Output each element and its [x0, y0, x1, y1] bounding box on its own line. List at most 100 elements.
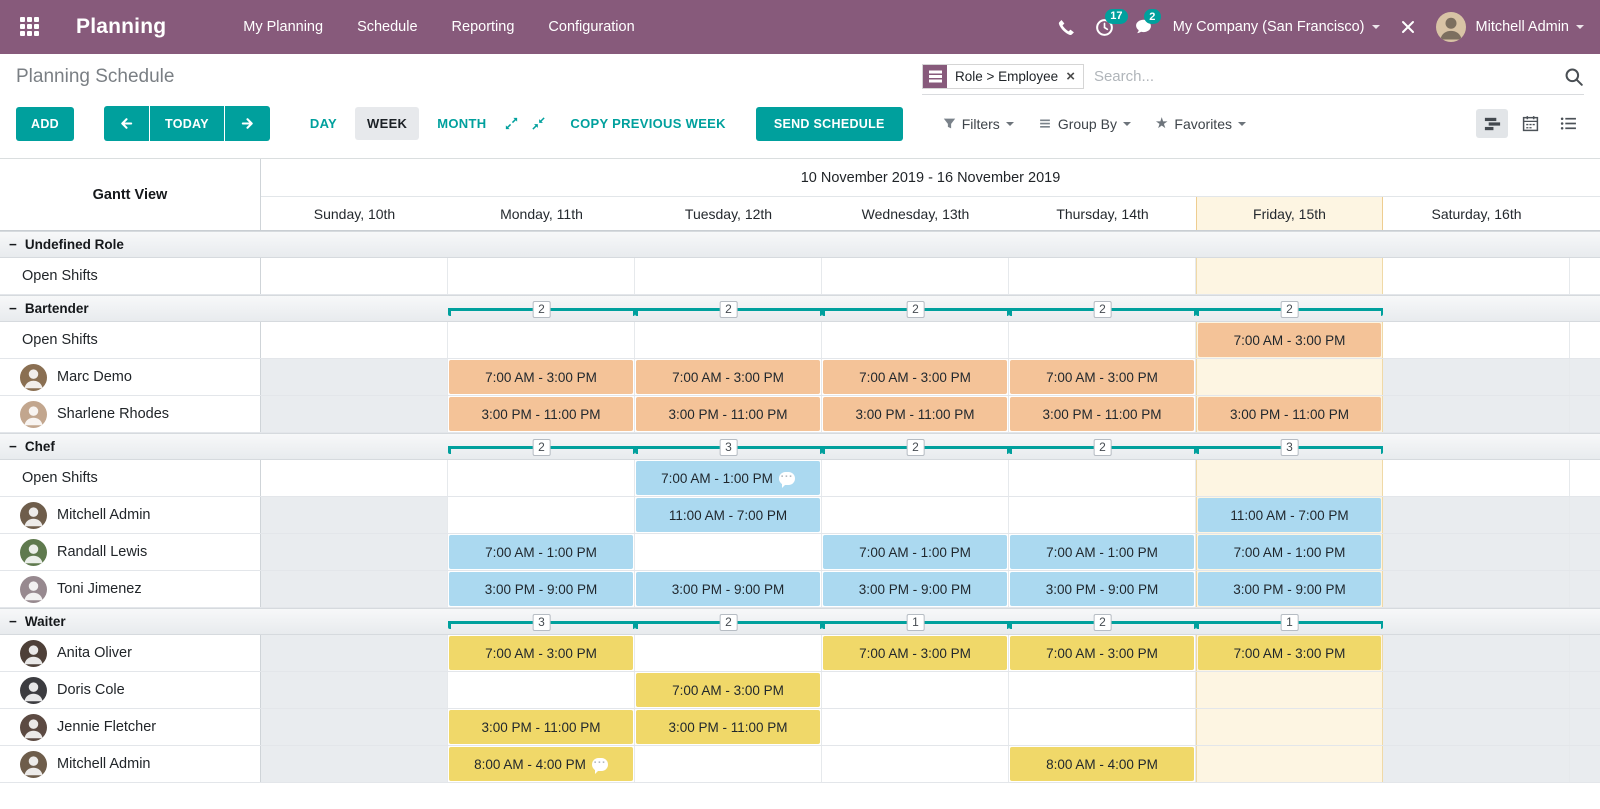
previous-week-button[interactable] — [104, 106, 149, 141]
send-schedule-button[interactable]: SEND SCHEDULE — [756, 107, 903, 141]
gantt-cell[interactable] — [1383, 359, 1570, 395]
shift-pill[interactable]: 3:00 PM - 11:00 PM — [449, 710, 633, 744]
gantt-cell[interactable]: 3:00 PM - 9:00 PM — [448, 571, 635, 607]
gantt-cell[interactable] — [1009, 258, 1196, 294]
shift-pill[interactable]: 3:00 PM - 9:00 PM — [823, 572, 1007, 606]
shift-pill[interactable]: 3:00 PM - 11:00 PM — [449, 397, 633, 431]
shift-pill[interactable]: 7:00 AM - 3:00 PM — [1010, 636, 1194, 670]
gantt-cell[interactable] — [261, 571, 448, 607]
gantt-cell[interactable]: 7:00 AM - 3:00 PM — [1196, 635, 1383, 671]
gantt-cell[interactable] — [261, 709, 448, 745]
phone-icon[interactable] — [1058, 19, 1075, 36]
next-week-button[interactable] — [225, 106, 270, 141]
gantt-cell[interactable] — [822, 497, 1009, 533]
scale-week[interactable]: WEEK — [355, 107, 419, 140]
copy-previous-week-button[interactable]: COPY PREVIOUS WEEK — [570, 116, 725, 131]
shift-pill[interactable]: 7:00 AM - 3:00 PM — [636, 673, 820, 707]
gantt-cell[interactable] — [822, 709, 1009, 745]
scale-day[interactable]: DAY — [298, 107, 349, 140]
scale-month[interactable]: MONTH — [425, 107, 498, 140]
menu-configuration[interactable]: Configuration — [535, 11, 647, 43]
gantt-cell[interactable] — [1383, 571, 1570, 607]
search-icon[interactable] — [1564, 67, 1584, 87]
gantt-cell[interactable] — [448, 672, 635, 708]
gantt-cell[interactable] — [448, 460, 635, 496]
gantt-cell[interactable]: 3:00 PM - 11:00 PM — [448, 396, 635, 432]
gantt-cell[interactable]: 8:00 AM - 4:00 PM — [448, 746, 635, 782]
shift-pill[interactable]: 3:00 PM - 11:00 PM — [636, 397, 820, 431]
shift-pill[interactable]: 3:00 PM - 11:00 PM — [1198, 397, 1381, 431]
gantt-cell[interactable]: 7:00 AM - 1:00 PM — [448, 534, 635, 570]
company-switcher[interactable]: My Company (San Francisco) — [1173, 19, 1380, 35]
gantt-cell[interactable] — [1383, 396, 1570, 432]
gantt-cell[interactable] — [1383, 635, 1570, 671]
gantt-cell[interactable] — [635, 746, 822, 782]
gantt-cell[interactable] — [1196, 258, 1383, 294]
user-menu[interactable]: Mitchell Admin — [1476, 19, 1584, 35]
gantt-cell[interactable] — [261, 460, 448, 496]
gantt-cell[interactable]: 11:00 AM - 7:00 PM — [1196, 497, 1383, 533]
gantt-cell[interactable]: 7:00 AM - 1:00 PM — [635, 460, 822, 496]
filters-dropdown[interactable]: Filters — [943, 116, 1014, 132]
shift-pill[interactable]: 3:00 PM - 11:00 PM — [1010, 397, 1194, 431]
gantt-cell[interactable] — [1009, 709, 1196, 745]
gantt-cell[interactable] — [635, 258, 822, 294]
gantt-cell[interactable]: 3:00 PM - 9:00 PM — [635, 571, 822, 607]
gantt-cell[interactable] — [1009, 322, 1196, 358]
gantt-cell[interactable]: 7:00 AM - 3:00 PM — [822, 635, 1009, 671]
shift-pill[interactable]: 7:00 AM - 3:00 PM — [449, 360, 633, 394]
gantt-cell[interactable] — [1383, 258, 1570, 294]
shift-pill[interactable]: 7:00 AM - 3:00 PM — [823, 360, 1007, 394]
gantt-cell[interactable] — [1383, 460, 1570, 496]
gantt-cell[interactable] — [1196, 359, 1383, 395]
shift-pill[interactable]: 7:00 AM - 1:00 PM — [449, 535, 633, 569]
shift-pill[interactable]: 7:00 AM - 3:00 PM — [1198, 636, 1381, 670]
shift-pill[interactable]: 8:00 AM - 4:00 PM — [449, 747, 633, 781]
gantt-cell[interactable]: 3:00 PM - 11:00 PM — [1196, 396, 1383, 432]
gantt-cell[interactable] — [261, 746, 448, 782]
gantt-cell[interactable] — [635, 534, 822, 570]
gantt-cell[interactable] — [635, 322, 822, 358]
gantt-cell[interactable] — [822, 460, 1009, 496]
menu-schedule[interactable]: Schedule — [344, 11, 430, 43]
gantt-cell[interactable]: 7:00 AM - 3:00 PM — [1196, 322, 1383, 358]
gantt-cell[interactable]: 11:00 AM - 7:00 PM — [635, 497, 822, 533]
shift-pill[interactable]: 3:00 PM - 11:00 PM — [636, 710, 820, 744]
shift-pill[interactable]: 11:00 AM - 7:00 PM — [636, 498, 820, 532]
gantt-cell[interactable]: 7:00 AM - 3:00 PM — [822, 359, 1009, 395]
gantt-cell[interactable] — [1009, 460, 1196, 496]
gantt-cell[interactable]: 3:00 PM - 9:00 PM — [1009, 571, 1196, 607]
app-name[interactable]: Planning — [76, 15, 166, 39]
gantt-cell[interactable] — [1009, 497, 1196, 533]
gantt-cell[interactable]: 3:00 PM - 11:00 PM — [1009, 396, 1196, 432]
gantt-cell[interactable] — [261, 322, 448, 358]
gantt-cell[interactable] — [1196, 672, 1383, 708]
gantt-cell[interactable]: 3:00 PM - 9:00 PM — [1196, 571, 1383, 607]
gantt-cell[interactable] — [1196, 460, 1383, 496]
gantt-cell[interactable] — [1196, 709, 1383, 745]
gantt-cell[interactable]: 8:00 AM - 4:00 PM — [1009, 746, 1196, 782]
favorites-dropdown[interactable]: ★ Favorites — [1155, 116, 1246, 132]
gantt-cell[interactable] — [261, 534, 448, 570]
gantt-cell[interactable] — [448, 258, 635, 294]
shift-pill[interactable]: 7:00 AM - 1:00 PM — [823, 535, 1007, 569]
add-button[interactable]: ADD — [16, 107, 74, 141]
shift-pill[interactable]: 3:00 PM - 11:00 PM — [823, 397, 1007, 431]
collapse-rows-icon[interactable] — [525, 110, 552, 137]
shift-pill[interactable]: 7:00 AM - 3:00 PM — [636, 360, 820, 394]
calendar-view-button[interactable] — [1514, 109, 1546, 138]
gantt-view-button[interactable] — [1476, 109, 1508, 138]
gantt-cell[interactable] — [261, 396, 448, 432]
gantt-cell[interactable]: 3:00 PM - 11:00 PM — [822, 396, 1009, 432]
gantt-cell[interactable] — [1383, 746, 1570, 782]
gantt-cell[interactable]: 7:00 AM - 3:00 PM — [1009, 635, 1196, 671]
gantt-cell[interactable] — [822, 746, 1009, 782]
apps-menu-icon[interactable] — [20, 17, 40, 37]
gantt-cell[interactable] — [448, 322, 635, 358]
gantt-cell[interactable]: 7:00 AM - 1:00 PM — [1009, 534, 1196, 570]
gantt-cell[interactable] — [1196, 746, 1383, 782]
group-row-chef[interactable]: −Chef23223 — [0, 433, 1600, 460]
menu-reporting[interactable]: Reporting — [439, 11, 528, 43]
shift-pill[interactable]: 7:00 AM - 1:00 PM — [1010, 535, 1194, 569]
menu-my-planning[interactable]: My Planning — [230, 11, 336, 43]
